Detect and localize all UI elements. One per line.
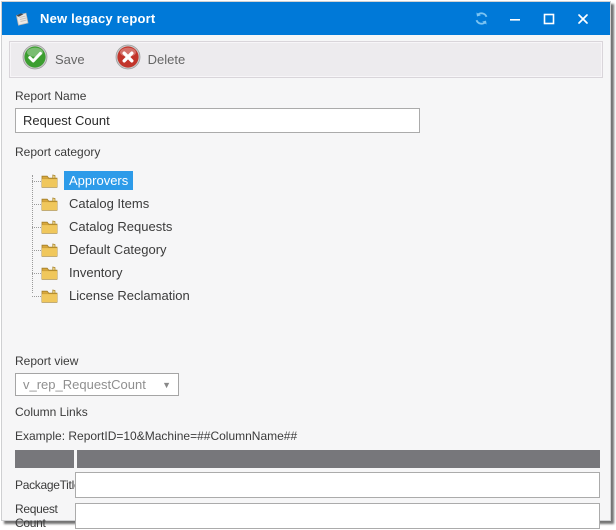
report-name-input[interactable] xyxy=(15,108,420,133)
dialog-window: New legacy report xyxy=(1,1,611,521)
tree-item-catalog-items[interactable]: Catalog Items xyxy=(24,192,602,215)
tree-item-catalog-requests[interactable]: Catalog Requests xyxy=(24,215,602,238)
report-view-select[interactable]: v_rep_RequestCount ▼ xyxy=(15,373,179,396)
refresh-icon[interactable] xyxy=(464,6,498,32)
window-controls xyxy=(464,6,600,32)
tree-item-label: Inventory xyxy=(64,263,127,282)
dropdown-arrow-icon: ▼ xyxy=(162,380,171,390)
window-title: New legacy report xyxy=(40,11,464,26)
delete-x-icon xyxy=(115,44,141,75)
tree-item-default-category[interactable]: Default Category xyxy=(24,238,602,261)
dialog-content: Report Name Report category Approvers xyxy=(2,78,610,530)
report-view-value: v_rep_RequestCount xyxy=(23,377,162,392)
save-button[interactable]: Save xyxy=(22,44,85,75)
report-view-label: Report view xyxy=(15,354,602,368)
tree-item-approvers[interactable]: Approvers xyxy=(24,169,602,192)
tree-item-label: Approvers xyxy=(64,171,133,190)
column-link-row-label: PackageTitle xyxy=(15,478,75,492)
title-bar: New legacy report xyxy=(2,2,610,35)
column-links-example: Example: ReportID=10&Machine=##ColumnNam… xyxy=(15,429,602,443)
report-name-label: Report Name xyxy=(15,89,602,103)
column-links-label: Column Links xyxy=(15,405,602,419)
table-header-value-column xyxy=(77,450,600,468)
table-row: PackageTitle xyxy=(15,472,600,498)
close-button[interactable] xyxy=(566,6,600,32)
report-note-icon xyxy=(13,11,31,27)
folder-icon xyxy=(41,174,58,188)
folder-icon xyxy=(41,243,58,257)
report-category-label: Report category xyxy=(15,145,602,159)
maximize-button[interactable] xyxy=(532,6,566,32)
folder-icon xyxy=(41,197,58,211)
toolbar: Save Delete xyxy=(9,41,603,78)
column-links-table-header xyxy=(15,450,600,468)
folder-icon xyxy=(41,220,58,234)
minimize-button[interactable] xyxy=(498,6,532,32)
tree-item-label: License Reclamation xyxy=(64,286,195,305)
save-check-icon xyxy=(22,44,48,75)
column-link-packagetitle-input[interactable] xyxy=(75,472,600,498)
tree-item-label: Catalog Requests xyxy=(64,217,177,236)
save-button-label: Save xyxy=(55,52,85,67)
tree-item-inventory[interactable]: Inventory xyxy=(24,261,602,284)
column-link-requestcount-input[interactable] xyxy=(75,503,600,529)
category-tree: Approvers Catalog Items xyxy=(24,169,602,307)
tree-item-license-reclamation[interactable]: License Reclamation xyxy=(24,284,602,307)
tree-item-label: Default Category xyxy=(64,240,172,259)
delete-button-label: Delete xyxy=(148,52,186,67)
folder-icon xyxy=(41,289,58,303)
delete-button[interactable]: Delete xyxy=(115,44,186,75)
folder-icon xyxy=(41,266,58,280)
tree-item-label: Catalog Items xyxy=(64,194,154,213)
table-header-key-column xyxy=(15,450,74,468)
